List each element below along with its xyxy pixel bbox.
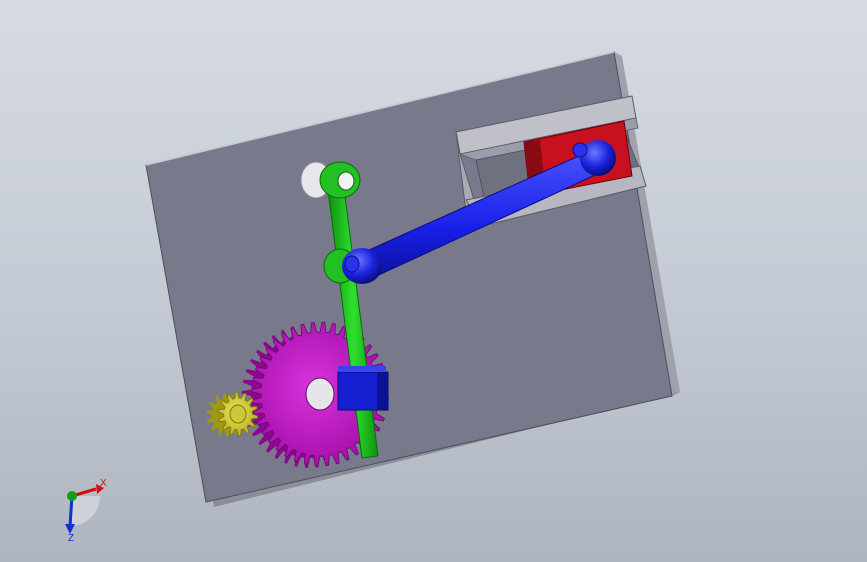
large-gear-bore [305, 377, 335, 411]
middle-joint-pin [344, 255, 360, 273]
rod-pin-right [572, 142, 588, 158]
coupler-front [337, 371, 379, 411]
assembly-scene[interactable]: X Z [0, 0, 867, 562]
coupler-top [338, 366, 386, 372]
triad-shading [72, 496, 101, 526]
triad-z-label: Z [68, 533, 74, 544]
triad-x-label: X [100, 478, 107, 489]
top-pivot-hole [337, 171, 355, 191]
coupler-side [377, 371, 389, 411]
rod-coupler-block[interactable] [337, 366, 389, 411]
triad-y-origin [67, 491, 77, 501]
small-gear-hub [229, 404, 247, 424]
orientation-triad[interactable]: X Z [65, 478, 107, 544]
graphics-viewport[interactable]: X Z [0, 0, 867, 562]
